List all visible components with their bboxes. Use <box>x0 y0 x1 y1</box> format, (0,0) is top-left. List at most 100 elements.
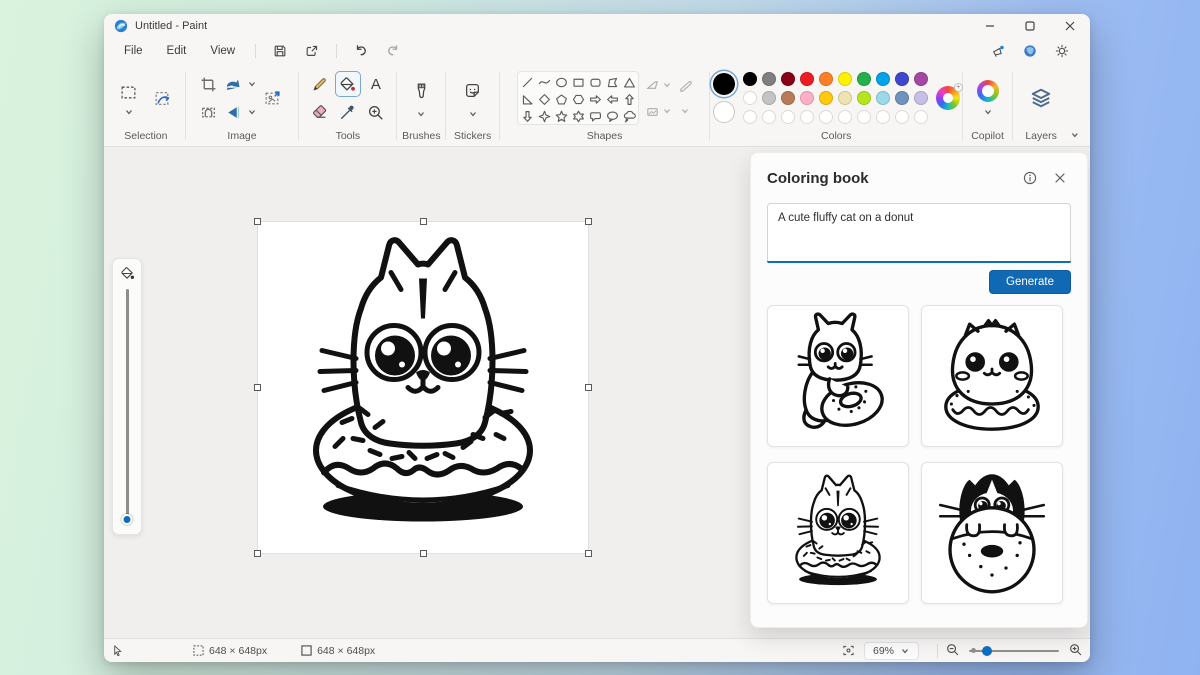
color-swatch-00a2e8[interactable] <box>876 72 890 86</box>
zoom-slider-thumb[interactable] <box>982 646 992 656</box>
thumbnail-cat-hugging-donut[interactable] <box>767 305 909 447</box>
selection-handle-n[interactable] <box>420 218 427 225</box>
shape-hexagon-icon[interactable] <box>571 91 587 107</box>
shape-outline-chevron-icon[interactable] <box>662 80 672 90</box>
rectangle-select-icon[interactable] <box>116 80 142 106</box>
color-swatch-b97a57[interactable] <box>781 91 795 105</box>
shape-rectangle-icon[interactable] <box>571 74 587 90</box>
pencil-icon[interactable] <box>307 71 333 97</box>
slider-thumb[interactable] <box>122 514 133 525</box>
shape-pentagon-icon[interactable] <box>554 91 570 107</box>
copilot-icon[interactable] <box>977 80 999 102</box>
ribbon-collapse-chevron-icon[interactable] <box>1070 130 1080 140</box>
select-all-icon[interactable] <box>195 99 221 125</box>
shape-curve-icon[interactable] <box>537 74 553 90</box>
menu-view[interactable]: View <box>198 42 247 60</box>
brush-icon[interactable] <box>408 77 434 103</box>
background-removal-icon[interactable] <box>150 85 176 111</box>
color-swatch-3f48cc[interactable] <box>895 72 909 86</box>
color-swatch-fff200[interactable] <box>838 72 852 86</box>
settings-icon[interactable] <box>1049 41 1075 61</box>
panel-close-icon[interactable] <box>1049 167 1071 189</box>
canvas-image[interactable] <box>258 222 588 553</box>
shape-right-triangle-icon[interactable] <box>520 91 536 107</box>
copilot-dropdown-chevron-icon[interactable] <box>983 107 993 117</box>
color-swatch-880015[interactable] <box>781 72 795 86</box>
thumbnail-tuxedo-cat-behind-donut[interactable] <box>921 462 1063 604</box>
color-swatch-b5e61d[interactable] <box>857 91 871 105</box>
share-icon[interactable] <box>299 41 325 61</box>
color-swatch-ed1c24[interactable] <box>800 72 814 86</box>
thumbnail-fluffy-cat-on-donut[interactable] <box>921 305 1063 447</box>
color-swatch-ffc90e[interactable] <box>819 91 833 105</box>
close-button[interactable] <box>1050 14 1090 38</box>
shape-arrow-right-icon[interactable] <box>588 91 604 107</box>
brushes-dropdown-chevron-icon[interactable] <box>416 109 426 119</box>
shape-outline-icon[interactable] <box>645 78 660 93</box>
rotate-dropdown-chevron-icon[interactable] <box>247 79 257 89</box>
foreground-color-swatch[interactable] <box>713 73 735 95</box>
info-icon[interactable] <box>1019 167 1041 189</box>
shape-line-icon[interactable] <box>520 74 536 90</box>
color-swatch-empty[interactable] <box>857 110 871 124</box>
color-swatch-000000[interactable] <box>743 72 757 86</box>
color-swatch-a349a4[interactable] <box>914 72 928 86</box>
color-swatch-empty[interactable] <box>762 110 776 124</box>
text-tool-icon[interactable]: A <box>363 71 389 97</box>
generate-button[interactable]: Generate <box>989 270 1071 294</box>
selection-handle-s[interactable] <box>420 550 427 557</box>
background-color-swatch[interactable] <box>713 101 735 123</box>
redo-icon[interactable] <box>380 41 406 61</box>
selection-handle-w[interactable] <box>254 384 261 391</box>
zoom-level-dropdown[interactable]: 69% <box>864 642 919 660</box>
shape-arrow-down-icon[interactable] <box>520 108 536 124</box>
color-swatch-7f7f7f[interactable] <box>762 72 776 86</box>
stickers-dropdown-chevron-icon[interactable] <box>468 109 478 119</box>
shape-arrow-up-icon[interactable] <box>622 91 638 107</box>
edit-colors-button[interactable]: + <box>936 86 960 110</box>
color-swatch-empty[interactable] <box>895 110 909 124</box>
color-swatch-empty[interactable] <box>781 110 795 124</box>
save-icon[interactable] <box>267 41 293 61</box>
color-swatch-7092be[interactable] <box>895 91 909 105</box>
account-icon[interactable] <box>1017 41 1043 61</box>
color-swatch-c8bfe7[interactable] <box>914 91 928 105</box>
feedback-icon[interactable] <box>985 41 1011 61</box>
shape-rounded-rectangle-icon[interactable] <box>588 74 604 90</box>
fill-tool-icon[interactable] <box>335 71 361 97</box>
zoom-out-button[interactable] <box>946 643 959 659</box>
selection-handle-sw[interactable] <box>254 550 261 557</box>
color-swatch-ffffff[interactable] <box>743 91 757 105</box>
shape-ellipse-icon[interactable] <box>554 74 570 90</box>
eraser-icon[interactable] <box>307 99 333 125</box>
color-swatch-empty[interactable] <box>876 110 890 124</box>
selection-handle-e[interactable] <box>585 384 592 391</box>
shape-arrow-left-icon[interactable] <box>605 91 621 107</box>
stroke-size-icon[interactable] <box>678 78 693 93</box>
rotate-icon[interactable] <box>220 71 246 97</box>
shape-fill-icon[interactable] <box>645 104 660 119</box>
color-swatch-ff7f27[interactable] <box>819 72 833 86</box>
color-swatch-99d9ea[interactable] <box>876 91 890 105</box>
color-swatch-empty[interactable] <box>743 110 757 124</box>
shape-star-5-icon[interactable] <box>554 108 570 124</box>
menu-edit[interactable]: Edit <box>155 42 199 60</box>
selection-handle-nw[interactable] <box>254 218 261 225</box>
shape-speech-oval-icon[interactable] <box>605 108 621 124</box>
slider-track[interactable] <box>126 289 129 523</box>
prompt-input[interactable]: A cute fluffy cat on a donut <box>767 203 1071 261</box>
color-swatch-c3c3c3[interactable] <box>762 91 776 105</box>
color-swatch-empty[interactable] <box>914 110 928 124</box>
color-swatch-empty[interactable] <box>838 110 852 124</box>
zoom-in-button[interactable] <box>1069 643 1082 659</box>
shape-triangle-icon[interactable] <box>622 74 638 90</box>
minimize-button[interactable] <box>970 14 1010 38</box>
selection-handle-ne[interactable] <box>585 218 592 225</box>
color-swatch-ffaec9[interactable] <box>800 91 814 105</box>
zoom-slider[interactable] <box>969 650 1059 652</box>
shape-polygon-icon[interactable] <box>605 74 621 90</box>
color-swatch-22b14c[interactable] <box>857 72 871 86</box>
fit-to-window-button[interactable] <box>843 645 854 656</box>
undo-icon[interactable] <box>348 41 374 61</box>
sticker-icon[interactable] <box>460 77 486 103</box>
